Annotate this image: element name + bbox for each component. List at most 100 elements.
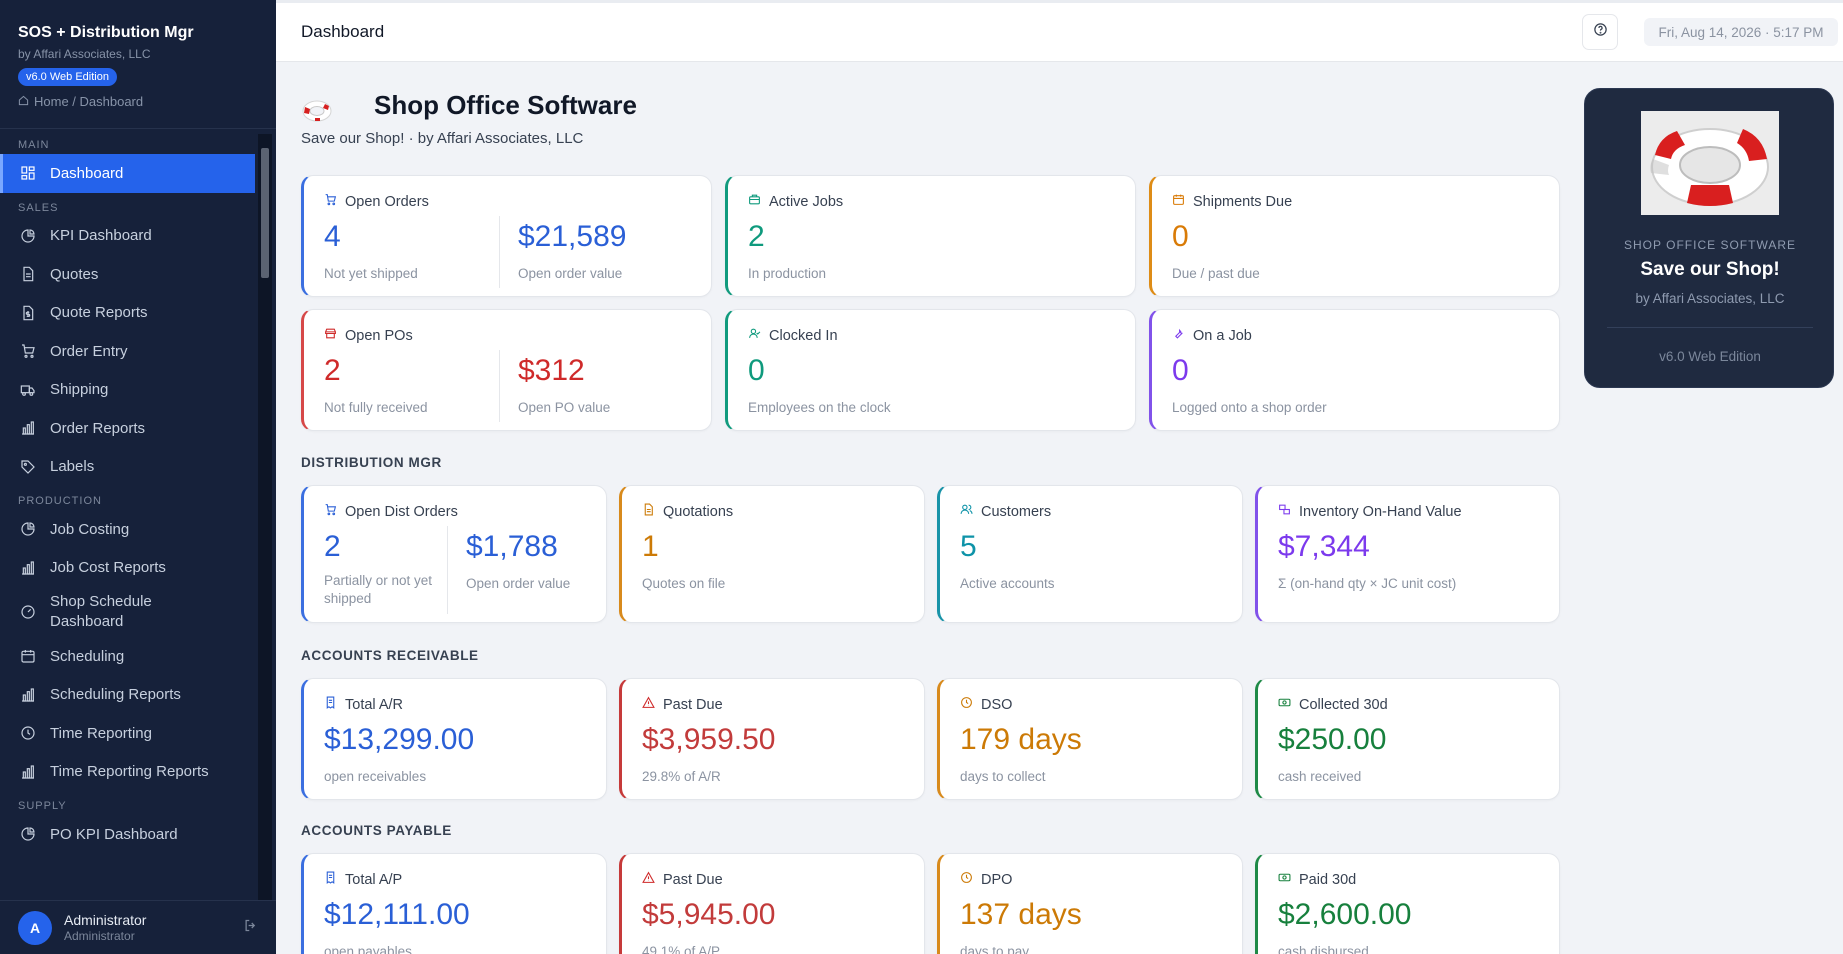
sidebar-item-quote-reports[interactable]: Quote Reports	[0, 294, 276, 333]
sidebar-item-job-costing[interactable]: Job Costing	[0, 510, 276, 549]
card-shipments-due[interactable]: Shipments Due 0 Due / past due	[1149, 175, 1560, 297]
card-value: 179 days	[960, 723, 1082, 756]
card-open-orders[interactable]: Open Orders 4 Not yet shipped $21,589 Op…	[301, 175, 712, 297]
label-text: On a Job	[1193, 327, 1252, 344]
card-caption-secondary: Open order value	[466, 576, 571, 591]
version-badge: v6.0 Web Edition	[18, 68, 117, 86]
store-icon	[324, 327, 337, 344]
card-inventory-value[interactable]: Inventory On-Hand Value $7,344 Σ (on-han…	[1255, 485, 1560, 623]
promo-divider	[1607, 327, 1813, 328]
help-button[interactable]	[1582, 14, 1618, 50]
sidebar-item-scheduling[interactable]: Scheduling	[0, 637, 276, 676]
card-label: Quotations	[642, 503, 733, 520]
promo-panel: SHOP OFFICE SOFTWARE Save our Shop! by A…	[1584, 88, 1834, 388]
bar-chart-icon	[20, 420, 36, 436]
sidebar-item-label: Scheduling Reports	[50, 686, 181, 704]
card-open-dist-orders[interactable]: Open Dist Orders 2 Partially or not yet …	[301, 485, 607, 623]
cash-icon	[1278, 696, 1291, 713]
card-label: Active Jobs	[748, 193, 843, 210]
scrollbar-thumb[interactable]	[261, 148, 269, 278]
sidebar-item-label: KPI Dashboard	[50, 227, 152, 245]
sidebar-item-label: Shop Schedule Dashboard	[50, 593, 152, 630]
receipt-icon	[324, 871, 337, 888]
user-check-icon	[748, 327, 761, 344]
label-text: Open Orders	[345, 193, 429, 210]
card-label: On a Job	[1172, 327, 1252, 344]
sidebar-item-po-kpi-dashboard[interactable]: PO KPI Dashboard	[0, 815, 276, 854]
sidebar-item-labels[interactable]: Labels	[0, 448, 276, 487]
card-label: Clocked In	[748, 327, 838, 344]
cart-icon	[20, 343, 36, 359]
sidebar-item-label: Shipping	[50, 381, 109, 399]
sidebar-scrollbar[interactable]	[258, 134, 272, 900]
card-value: $2,600.00	[1278, 898, 1412, 931]
breadcrumb[interactable]: Home / Dashboard	[18, 94, 258, 109]
card-divider	[499, 350, 500, 422]
hero-subtitle: Save our Shop! · by Affari Associates, L…	[301, 130, 584, 147]
sidebar-item-shipping[interactable]: Shipping	[0, 371, 276, 410]
receipt-icon	[324, 696, 337, 713]
section-sales: SALES	[18, 201, 59, 214]
promo-kicker: SHOP OFFICE SOFTWARE	[1623, 238, 1796, 252]
sidebar-item-label: Job Costing	[50, 520, 130, 538]
logout-icon[interactable]	[243, 918, 258, 938]
sidebar-item-job-cost-reports[interactable]: Job Cost Reports	[0, 549, 276, 588]
sidebar-item-dashboard[interactable]: Dashboard	[0, 154, 255, 193]
card-paid-30d[interactable]: Paid 30d $2,600.00 cash disbursed	[1255, 853, 1560, 954]
sidebar-item-quotes[interactable]: Quotes	[0, 255, 276, 294]
card-quotations[interactable]: Quotations 1 Quotes on file	[619, 485, 925, 623]
sidebar-item-scheduling-reports[interactable]: Scheduling Reports	[0, 676, 276, 715]
card-ar-past-due[interactable]: Past Due $3,959.50 29.8% of A/R	[619, 678, 925, 800]
card-total-ap[interactable]: Total A/P $12,111.00 open payables	[301, 853, 607, 954]
label-text: Clocked In	[769, 327, 838, 344]
label-text: Quotations	[663, 503, 734, 520]
card-active-jobs[interactable]: Active Jobs 2 In production	[725, 175, 1136, 297]
sidebar-item-time-reporting-reports[interactable]: Time Reporting Reports	[0, 753, 276, 792]
datetime-display: Fri, Aug 14, 2026 · 5:17 PM	[1644, 18, 1838, 46]
card-clocked-in[interactable]: Clocked In 0 Employees on the clock	[725, 309, 1136, 431]
card-value: $3,959.50	[642, 723, 776, 756]
section-supply: SUPPLY	[18, 800, 67, 812]
boxes-icon	[1278, 503, 1291, 520]
document-icon	[642, 503, 655, 520]
card-value: 2	[324, 354, 341, 387]
sidebar-item-kpi-dashboard[interactable]: KPI Dashboard	[0, 217, 276, 256]
card-ap-past-due[interactable]: Past Due $5,945.00 49.1% of A/P	[619, 853, 925, 954]
card-collected-30d[interactable]: Collected 30d $250.00 cash received	[1255, 678, 1560, 800]
brand-subtitle: by Affari Associates, LLC	[18, 47, 151, 61]
warning-icon	[642, 871, 655, 888]
promo-subtitle: by Affari Associates, LLC	[1635, 291, 1785, 306]
clock-dollar-icon	[960, 696, 973, 713]
card-value: $12,111.00	[324, 898, 470, 931]
card-value: 4	[324, 220, 341, 253]
card-total-ar[interactable]: Total A/R $13,299.00 open receivables	[301, 678, 607, 800]
card-dso[interactable]: DSO 179 days days to collect	[937, 678, 1243, 800]
label-text: Open Dist Orders	[345, 503, 458, 520]
sidebar-item-label: Order Reports	[50, 419, 146, 437]
card-open-pos[interactable]: Open POs 2 Not fully received $312 Open …	[301, 309, 712, 431]
sidebar-item-time-reporting[interactable]: Time Reporting	[0, 714, 276, 753]
sidebar-item-shop-schedule-dashboard[interactable]: Shop Schedule Dashboard	[0, 587, 276, 637]
card-label: Customers	[960, 503, 1051, 520]
card-dpo[interactable]: DPO 137 days days to pay	[937, 853, 1243, 954]
sidebar-item-label: Dashboard	[50, 164, 124, 182]
label-text: Active Jobs	[769, 193, 844, 210]
card-caption: In production	[748, 266, 827, 281]
gauge-icon	[20, 604, 36, 620]
warning-icon	[642, 696, 655, 713]
sidebar-item-label: Labels	[50, 458, 95, 476]
card-label: DSO	[960, 696, 1012, 713]
user-bar: A Administrator Administrator	[0, 900, 276, 954]
avatar[interactable]: A	[18, 910, 52, 945]
sidebar-item-order-entry[interactable]: Order Entry	[0, 332, 276, 371]
card-on-a-job[interactable]: On a Job 0 Logged onto a shop order	[1149, 309, 1560, 431]
card-customers[interactable]: Customers 5 Active accounts	[937, 485, 1243, 623]
card-divider	[499, 216, 500, 288]
sidebar-item-order-reports[interactable]: Order Reports	[0, 409, 276, 448]
card-value: 1	[642, 530, 659, 563]
label-text: Collected 30d	[1299, 696, 1388, 713]
label-text: Open POs	[345, 327, 413, 344]
card-label: Collected 30d	[1278, 696, 1388, 713]
card-label: Paid 30d	[1278, 871, 1356, 888]
cart-icon	[324, 503, 337, 520]
